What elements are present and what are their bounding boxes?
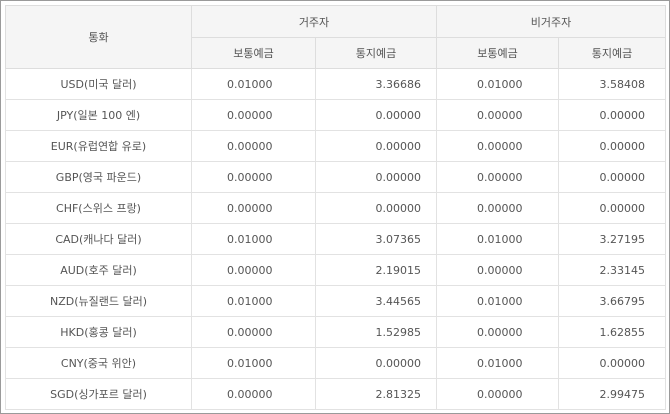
- currency-cell: AUD(호주 달러): [5, 254, 192, 286]
- nonresident-ordinary-header: 보통예금: [436, 37, 559, 69]
- table-row: CNY(중국 위안) 0.01000 0.00000 0.01000 0.00000: [5, 347, 667, 379]
- table-row: EUR(유럽연합 유로) 0.00000 0.00000 0.00000 0.00000: [5, 130, 667, 162]
- resident-term-cell: 1.52985: [315, 316, 437, 348]
- header-group-row: 통화 거주자 비거주자: [5, 5, 667, 69]
- table-row: USD(미국 달러) 0.01000 3.36686 0.01000 3.58408: [5, 68, 667, 100]
- nonresident-term-cell: 0.00000: [557, 192, 667, 224]
- nonresident-term-cell: 1.62855: [557, 316, 667, 348]
- resident-term-cell: 0.00000: [315, 161, 437, 193]
- nonresident-ordinary-cell: 0.00000: [436, 192, 559, 224]
- resident-ordinary-cell: 0.01000: [191, 68, 316, 100]
- nonresident-term-cell: 0.00000: [557, 161, 667, 193]
- currency-cell: USD(미국 달러): [5, 68, 192, 100]
- nonresident-term-cell: 3.66795: [557, 285, 667, 317]
- resident-term-cell: 3.07365: [315, 223, 437, 255]
- table-row: CHF(스위스 프랑) 0.00000 0.00000 0.00000 0.00000: [5, 192, 667, 224]
- resident-ordinary-cell: 0.00000: [191, 99, 316, 131]
- nonresident-term-cell: 2.99475: [557, 378, 667, 410]
- resident-ordinary-cell: 0.00000: [191, 192, 316, 224]
- nonresident-ordinary-cell: 0.00000: [436, 99, 559, 131]
- nonresident-header: 비거주자: [435, 5, 667, 38]
- nonresident-ordinary-cell: 0.01000: [436, 68, 559, 100]
- resident-term-cell: 2.81325: [315, 378, 437, 410]
- nonresident-ordinary-cell: 0.00000: [436, 161, 559, 193]
- nonresident-ordinary-cell: 0.00000: [436, 378, 559, 410]
- currency-cell: CNY(중국 위안): [5, 347, 192, 379]
- nonresident-term-cell: 0.00000: [557, 347, 667, 379]
- resident-term-cell: 0.00000: [315, 192, 437, 224]
- table-row: HKD(홍콩 달러) 0.00000 1.52985 0.00000 1.62855: [5, 316, 667, 348]
- resident-ordinary-cell: 0.01000: [191, 285, 316, 317]
- table-row: AUD(호주 달러) 0.00000 2.19015 0.00000 2.33145: [5, 254, 667, 286]
- resident-ordinary-cell: 0.01000: [191, 223, 316, 255]
- currency-cell: CAD(캐나다 달러): [5, 223, 192, 255]
- resident-term-header: 통지예금: [315, 37, 437, 69]
- resident-ordinary-cell: 0.00000: [191, 316, 316, 348]
- table-row: NZD(뉴질랜드 달러) 0.01000 3.44565 0.01000 3.66795: [5, 285, 667, 317]
- resident-ordinary-cell: 0.01000: [191, 347, 316, 379]
- table-row: GBP(영국 파운드) 0.00000 0.00000 0.00000 0.00000: [5, 161, 667, 193]
- currency-cell: EUR(유럽연합 유로): [5, 130, 192, 162]
- table-header: 통화 거주자 비거주자 보통예금 통지예금 보통예금 통지예금: [5, 5, 667, 69]
- table-body: USD(미국 달러) 0.01000 3.36686 0.01000 3.58408 JP…: [5, 68, 667, 410]
- nonresident-term-cell: 3.27195: [557, 223, 667, 255]
- table-row: JPY(일본 100 엔) 0.00000 0.00000 0.00000 0.0000…: [5, 99, 667, 131]
- resident-ordinary-header: 보통예금: [191, 37, 316, 69]
- currency-cell: NZD(뉴질랜드 달러): [5, 285, 192, 317]
- currency-cell: CHF(스위스 프랑): [5, 192, 192, 224]
- nonresident-ordinary-cell: 0.01000: [436, 285, 559, 317]
- resident-term-cell: 0.00000: [315, 130, 437, 162]
- nonresident-term-cell: 0.00000: [557, 130, 667, 162]
- nonresident-term-cell: 0.00000: [557, 99, 667, 131]
- table-row: SGD(싱가포르 달러) 0.00000 2.81325 0.00000 2.99475: [5, 378, 667, 410]
- currency-cell: SGD(싱가포르 달러): [5, 378, 192, 410]
- nonresident-ordinary-cell: 0.01000: [436, 223, 559, 255]
- table-row: CAD(캐나다 달러) 0.01000 3.07365 0.01000 3.27195: [5, 223, 667, 255]
- currency-cell: GBP(영국 파운드): [5, 161, 192, 193]
- nonresident-ordinary-cell: 0.01000: [436, 347, 559, 379]
- nonresident-ordinary-cell: 0.00000: [436, 316, 559, 348]
- nonresident-ordinary-cell: 0.00000: [436, 130, 559, 162]
- resident-term-cell: 3.44565: [315, 285, 437, 317]
- nonresident-term-cell: 3.58408: [557, 68, 667, 100]
- nonresident-term-header: 통지예금: [557, 37, 667, 69]
- rates-panel: 통화 거주자 비거주자 보통예금 통지예금 보통예금 통지예금 USD(미국 달…: [0, 0, 670, 414]
- currency-cell: JPY(일본 100 엔): [5, 99, 192, 131]
- nonresident-term-cell: 2.33145: [557, 254, 667, 286]
- deposit-rate-table: 통화 거주자 비거주자 보통예금 통지예금 보통예금 통지예금 USD(미국 달…: [5, 5, 667, 410]
- resident-ordinary-cell: 0.00000: [191, 254, 316, 286]
- resident-ordinary-cell: 0.00000: [191, 378, 316, 410]
- resident-ordinary-cell: 0.00000: [191, 161, 316, 193]
- resident-term-cell: 3.36686: [315, 68, 437, 100]
- currency-header: 통화: [5, 5, 192, 69]
- resident-term-cell: 0.00000: [315, 99, 437, 131]
- currency-cell: HKD(홍콩 달러): [5, 316, 192, 348]
- resident-term-cell: 2.19015: [315, 254, 437, 286]
- nonresident-ordinary-cell: 0.00000: [436, 254, 559, 286]
- resident-term-cell: 0.00000: [315, 347, 437, 379]
- resident-ordinary-cell: 0.00000: [191, 130, 316, 162]
- resident-header: 거주자: [191, 5, 437, 38]
